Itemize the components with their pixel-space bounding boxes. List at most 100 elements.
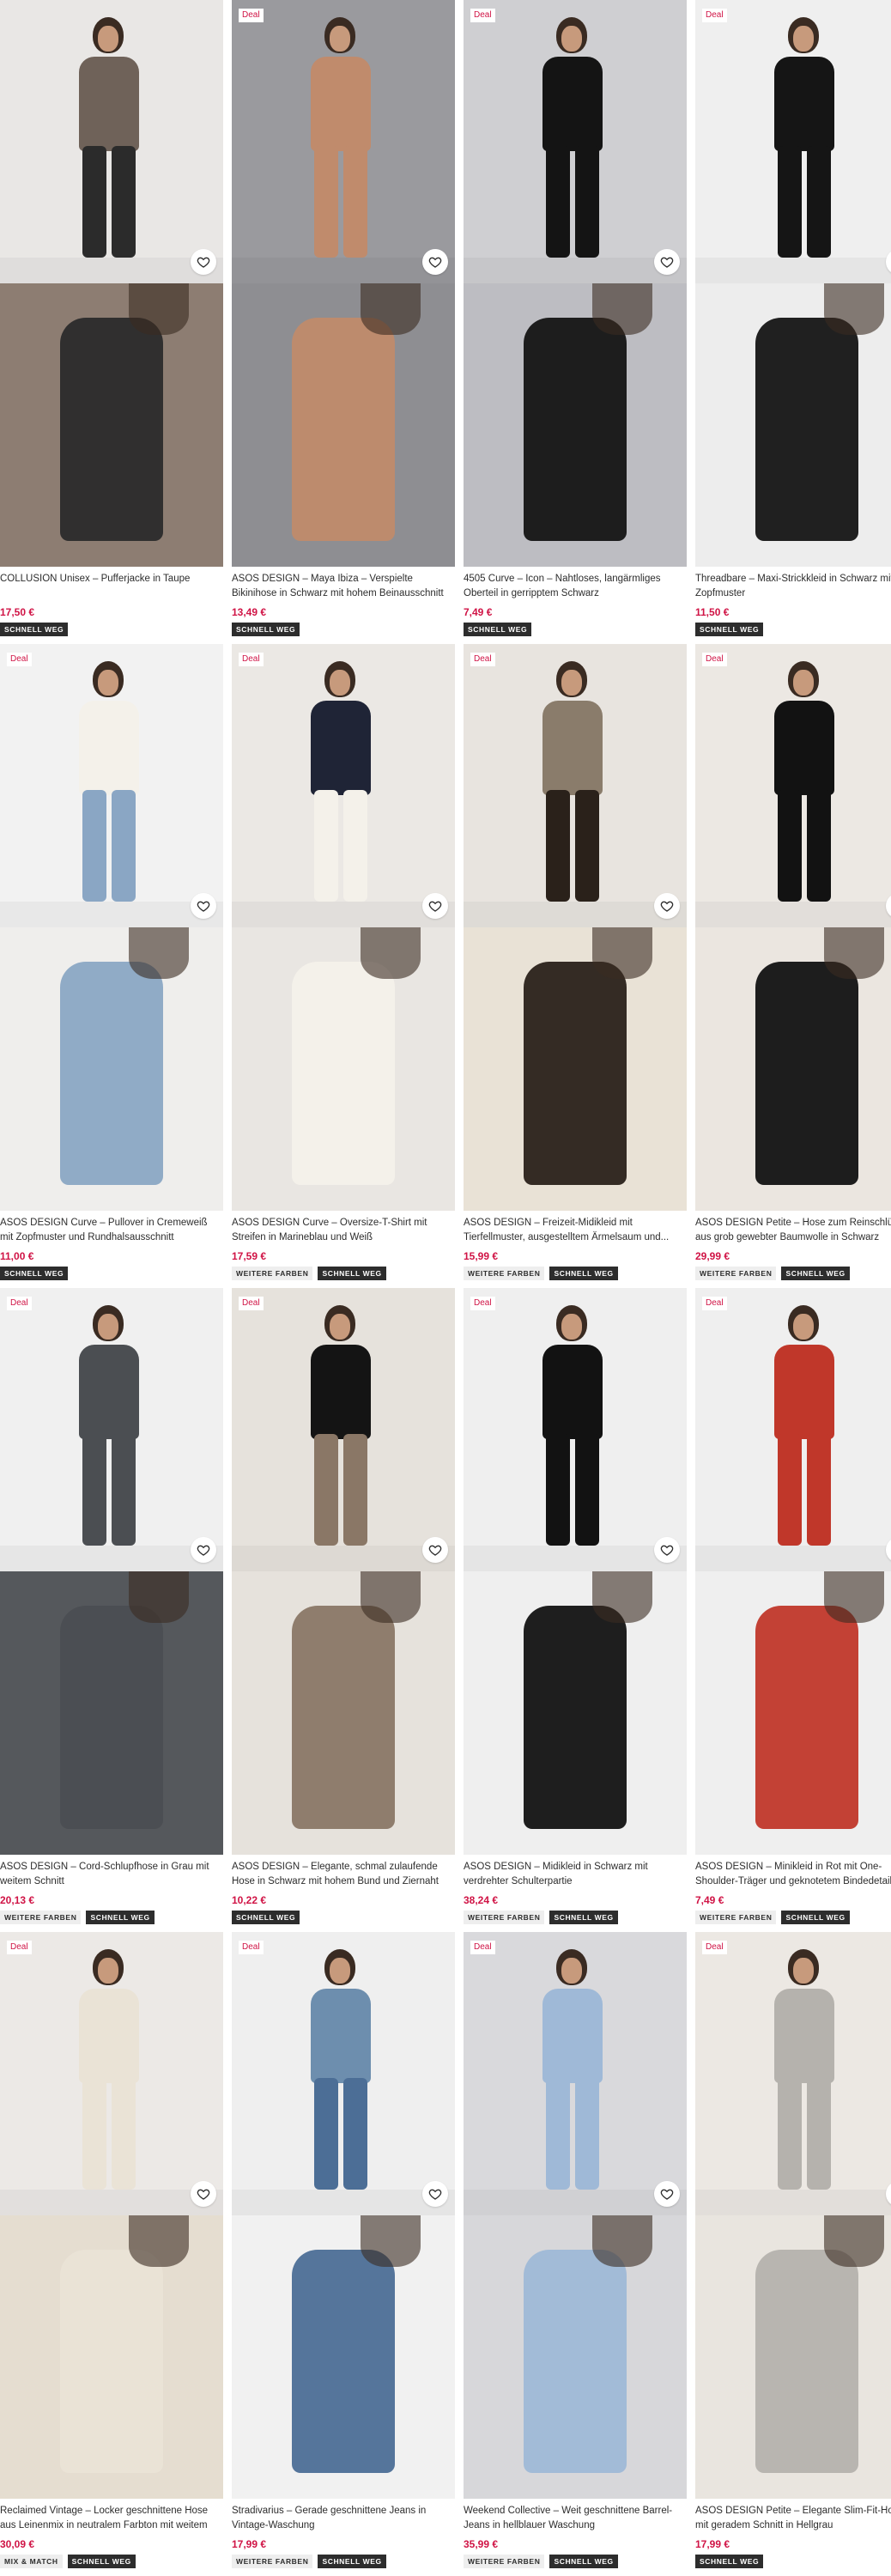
- heart-icon[interactable]: [422, 2181, 448, 2207]
- heart-icon[interactable]: [422, 249, 448, 275]
- more-colors-tag: WEITERE FARBEN: [464, 1267, 545, 1280]
- heart-icon[interactable]: [422, 1537, 448, 1563]
- product-image-main[interactable]: Deal: [695, 644, 891, 927]
- product-title[interactable]: ASOS DESIGN – Minikleid in Rot mit One-S…: [695, 1860, 891, 1891]
- selling-fast-tag: SCHNELL WEG: [549, 1911, 618, 1924]
- product-image-hover[interactable]: [232, 1571, 455, 1855]
- heart-icon[interactable]: [191, 2181, 216, 2207]
- product-card[interactable]: Deal Stradivarius – Gerade geschnittene …: [232, 1932, 455, 2568]
- product-title[interactable]: 4505 Curve – Icon – Nahtloses, langärmli…: [464, 572, 687, 603]
- product-card[interactable]: Deal Reclaimed Vintage – Locker geschnit…: [0, 1932, 223, 2568]
- product-image-main[interactable]: Deal: [232, 1932, 455, 2215]
- deal-badge: Deal: [239, 1297, 264, 1310]
- selling-fast-tag: SCHNELL WEG: [695, 2555, 764, 2568]
- product-tags: SCHNELL WEG: [464, 623, 687, 636]
- product-card[interactable]: Deal ASOS DESIGN – Maya Ibiza – Verspiel…: [232, 0, 455, 636]
- product-title[interactable]: ASOS DESIGN – Elegante, schmal zulaufend…: [232, 1860, 455, 1891]
- product-card[interactable]: Deal ASOS DESIGN – Freizeit-Midikleid mi…: [464, 644, 687, 1280]
- product-title[interactable]: Stradivarius – Gerade geschnittene Jeans…: [232, 2504, 455, 2535]
- product-image-hover[interactable]: [0, 1571, 223, 1855]
- selling-fast-tag: SCHNELL WEG: [232, 1911, 300, 1924]
- more-colors-tag: MIX & MATCH: [0, 2555, 63, 2568]
- product-image-main[interactable]: Deal: [0, 1288, 223, 1571]
- heart-icon[interactable]: [422, 893, 448, 919]
- product-image-hover[interactable]: [464, 1571, 687, 1855]
- product-title[interactable]: Reclaimed Vintage – Locker geschnittene …: [0, 2504, 223, 2535]
- heart-icon[interactable]: [191, 1537, 216, 1563]
- product-price: 11,00 €: [0, 1250, 34, 1262]
- product-card[interactable]: Deal 4505 Curve – Icon – Nahtloses, lang…: [464, 0, 687, 636]
- heart-icon[interactable]: [654, 249, 680, 275]
- product-image-hover[interactable]: [232, 2215, 455, 2499]
- selling-fast-tag: SCHNELL WEG: [67, 2555, 136, 2568]
- product-card[interactable]: Deal ASOS DESIGN – Midikleid in Schwarz …: [464, 1288, 687, 1924]
- product-title[interactable]: ASOS DESIGN Curve – Pullover in Cremewei…: [0, 1216, 223, 1247]
- product-card[interactable]: Deal ASOS DESIGN Petite – Hose zum Reins…: [695, 644, 891, 1280]
- product-card[interactable]: Deal Weekend Collective – Weit geschnitt…: [464, 1932, 687, 2568]
- product-image-main[interactable]: Deal: [464, 644, 687, 927]
- product-price: 17,99 €: [695, 2538, 730, 2550]
- product-title[interactable]: ASOS DESIGN Curve – Oversize-T-Shirt mit…: [232, 1216, 455, 1247]
- product-image-main[interactable]: Deal: [695, 1932, 891, 2215]
- product-title[interactable]: ASOS DESIGN – Freizeit-Midikleid mit Tie…: [464, 1216, 687, 1247]
- product-card[interactable]: Deal ASOS DESIGN Curve – Pullover in Cre…: [0, 644, 223, 1280]
- product-image-main[interactable]: Deal: [232, 0, 455, 283]
- product-image-main[interactable]: Deal: [695, 1288, 891, 1571]
- product-image-hover[interactable]: [232, 927, 455, 1211]
- product-price: 7,49 €: [464, 606, 493, 618]
- product-card[interactable]: Deal ASOS DESIGN – Cord-Schlupfhose in G…: [0, 1288, 223, 1924]
- selling-fast-tag: SCHNELL WEG: [549, 1267, 618, 1280]
- product-tags: SCHNELL WEG: [0, 1267, 223, 1280]
- product-image-main[interactable]: Deal: [695, 0, 891, 283]
- product-title[interactable]: COLLUSION Unisex – Pufferjacke in Taupe: [0, 572, 223, 603]
- deal-badge: Deal: [239, 9, 264, 22]
- product-image-hover[interactable]: [0, 927, 223, 1211]
- product-image-hover[interactable]: [0, 2215, 223, 2499]
- product-tags: SCHNELL WEG: [232, 1911, 455, 1924]
- product-card[interactable]: COLLUSION Unisex – Pufferjacke in Taupe …: [0, 0, 223, 636]
- product-image-hover[interactable]: [695, 283, 891, 567]
- product-image-main[interactable]: Deal: [464, 0, 687, 283]
- product-image-hover[interactable]: [695, 2215, 891, 2499]
- heart-icon[interactable]: [654, 893, 680, 919]
- product-image-hover[interactable]: [464, 927, 687, 1211]
- product-title[interactable]: Weekend Collective – Weit geschnittene B…: [464, 2504, 687, 2535]
- product-tags: WEITERE FARBEN SCHNELL WEG: [695, 1267, 891, 1280]
- product-tags: SCHNELL WEG: [0, 623, 223, 636]
- product-image-hover[interactable]: [464, 2215, 687, 2499]
- product-image-main[interactable]: Deal: [232, 1288, 455, 1571]
- selling-fast-tag: SCHNELL WEG: [695, 623, 764, 636]
- product-image-hover[interactable]: [464, 283, 687, 567]
- product-card[interactable]: Deal ASOS DESIGN Petite – Elegante Slim-…: [695, 1932, 891, 2568]
- deal-badge: Deal: [7, 653, 32, 666]
- heart-icon[interactable]: [654, 1537, 680, 1563]
- heart-icon[interactable]: [191, 249, 216, 275]
- product-image-main[interactable]: Deal: [464, 1932, 687, 2215]
- product-image-main[interactable]: Deal: [464, 1288, 687, 1571]
- heart-icon[interactable]: [191, 893, 216, 919]
- product-image-hover[interactable]: [0, 283, 223, 567]
- product-image-hover[interactable]: [695, 927, 891, 1211]
- product-title[interactable]: ASOS DESIGN Petite – Elegante Slim-Fit-H…: [695, 2504, 891, 2535]
- product-tags: WEITERE FARBEN SCHNELL WEG: [464, 2555, 687, 2568]
- product-price: 10,22 €: [232, 1894, 267, 1906]
- product-image-main[interactable]: Deal: [232, 644, 455, 927]
- product-image-main[interactable]: Deal: [0, 1932, 223, 2215]
- product-title[interactable]: ASOS DESIGN – Maya Ibiza – Verspielte Bi…: [232, 572, 455, 603]
- product-card[interactable]: Deal Threadbare – Maxi-Strickkleid in Sc…: [695, 0, 891, 636]
- product-title[interactable]: ASOS DESIGN Petite – Hose zum Reinschlüp…: [695, 1216, 891, 1247]
- heart-icon[interactable]: [654, 2181, 680, 2207]
- deal-badge: Deal: [702, 1941, 727, 1954]
- product-image-hover[interactable]: [695, 1571, 891, 1855]
- product-image-main[interactable]: [0, 0, 223, 283]
- product-title[interactable]: ASOS DESIGN – Midikleid in Schwarz mit v…: [464, 1860, 687, 1891]
- product-image-hover[interactable]: [232, 283, 455, 567]
- product-price: 38,24 €: [464, 1894, 499, 1906]
- deal-badge: Deal: [702, 9, 727, 22]
- product-title[interactable]: Threadbare – Maxi-Strickkleid in Schwarz…: [695, 572, 891, 603]
- product-image-main[interactable]: Deal: [0, 644, 223, 927]
- product-card[interactable]: Deal ASOS DESIGN Curve – Oversize-T-Shir…: [232, 644, 455, 1280]
- product-card[interactable]: Deal ASOS DESIGN – Minikleid in Rot mit …: [695, 1288, 891, 1924]
- product-title[interactable]: ASOS DESIGN – Cord-Schlupfhose in Grau m…: [0, 1860, 223, 1891]
- product-card[interactable]: Deal ASOS DESIGN – Elegante, schmal zula…: [232, 1288, 455, 1924]
